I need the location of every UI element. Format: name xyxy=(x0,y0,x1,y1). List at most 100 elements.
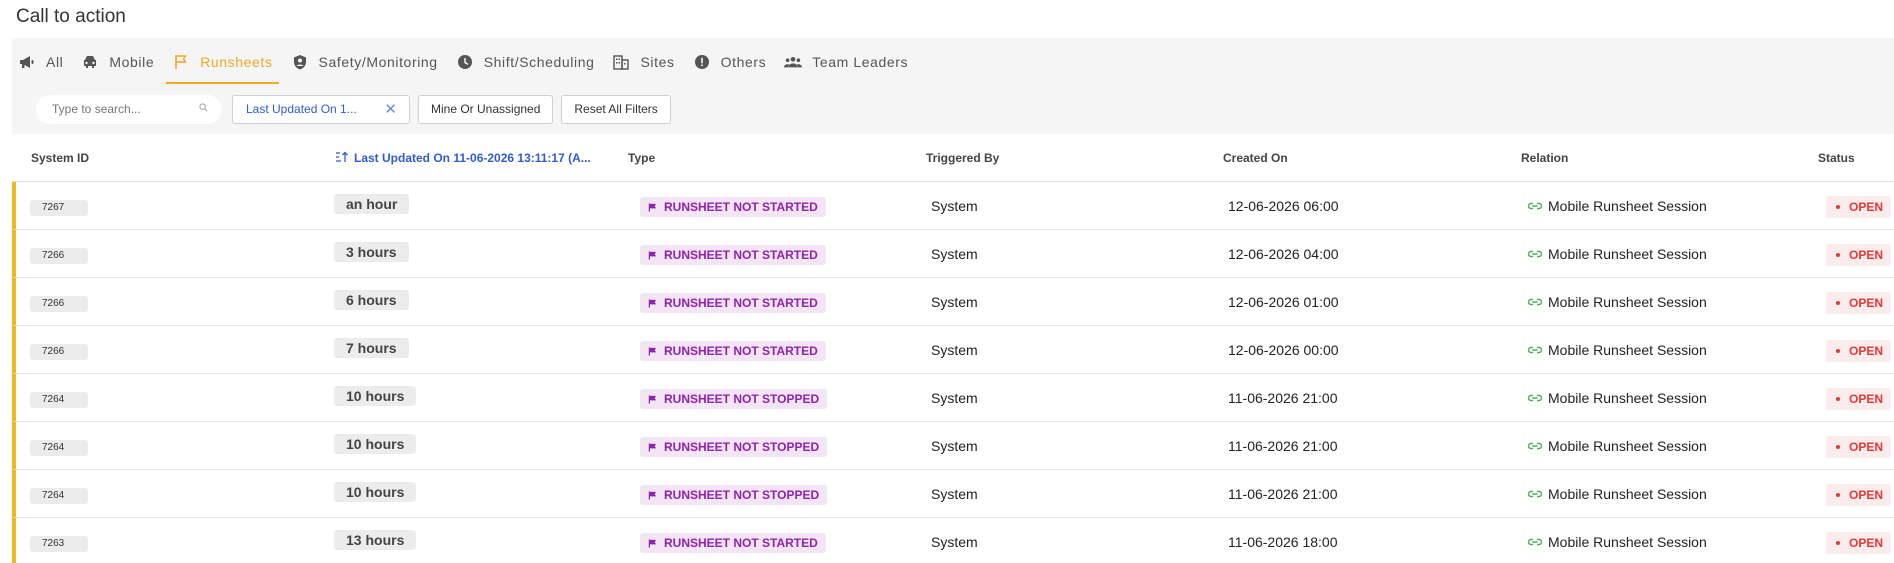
table-row[interactable]: 7266 3 hours RUNSHEET NOT STARTED System 12-… xyxy=(12,230,1894,278)
category-tabs: All Mobile Runsheets Safety/Monitoring S… xyxy=(12,38,920,86)
status-label: OPEN xyxy=(1849,248,1884,262)
tab-label: Safety/Monitoring xyxy=(318,54,438,70)
status-label: OPEN xyxy=(1849,344,1884,358)
relation-cell[interactable]: Mobile Runsheet Session xyxy=(1528,470,1707,518)
relation-cell[interactable]: Mobile Runsheet Session xyxy=(1528,182,1707,230)
table-row[interactable]: 7264 10 hours RUNSHEET NOT STOPPED System 11… xyxy=(12,470,1894,518)
flag-icon xyxy=(648,250,657,260)
mine-or-unassigned-button[interactable]: Mine Or Unassigned xyxy=(418,94,554,124)
status-badge: OPEN xyxy=(1826,292,1892,314)
system-id-cell: 7264 xyxy=(30,422,88,470)
type-cell: RUNSHEET NOT STARTED xyxy=(640,518,826,563)
sort-ascending-icon xyxy=(335,151,348,166)
search-input[interactable] xyxy=(52,102,192,116)
type-badge-label: RUNSHEET NOT STOPPED xyxy=(664,488,820,502)
relation-cell[interactable]: Mobile Runsheet Session xyxy=(1528,326,1707,374)
column-header-triggered-by[interactable]: Triggered By xyxy=(926,134,999,182)
link-icon xyxy=(1528,537,1542,547)
close-icon[interactable]: ✕ xyxy=(384,100,397,118)
status-cell: OPEN xyxy=(1826,326,1892,374)
system-id-cell: 7264 xyxy=(30,470,88,518)
status-badge: OPEN xyxy=(1826,244,1892,266)
tab-sites[interactable]: Sites xyxy=(606,38,680,86)
status-label: OPEN xyxy=(1849,440,1884,454)
type-badge: RUNSHEET NOT STARTED xyxy=(640,293,826,313)
system-id-cell: 7267 xyxy=(30,182,88,230)
relative-time-pill: an hour xyxy=(334,193,410,214)
last-updated-cell: 13 hours xyxy=(334,518,417,563)
column-header-type[interactable]: Type xyxy=(628,134,655,182)
column-header-created-on[interactable]: Created On xyxy=(1223,134,1288,182)
link-icon xyxy=(1528,489,1542,499)
relation-cell[interactable]: Mobile Runsheet Session xyxy=(1528,278,1707,326)
type-badge: RUNSHEET NOT STOPPED xyxy=(640,485,828,505)
system-id-pill: 7264 xyxy=(30,439,88,456)
tab-others[interactable]: Others xyxy=(687,38,773,86)
status-label: OPEN xyxy=(1849,296,1884,310)
tab-safety-monitoring[interactable]: Safety/Monitoring xyxy=(285,38,444,86)
triggered-by-cell: System xyxy=(931,342,978,358)
table-row[interactable]: 7266 6 hours RUNSHEET NOT STARTED System 12-… xyxy=(12,278,1894,326)
created-on-cell: 12-06-2026 01:00 xyxy=(1228,294,1339,310)
system-id-pill: 7263 xyxy=(30,535,88,552)
type-cell: RUNSHEET NOT STARTED xyxy=(640,326,826,374)
table-row[interactable]: 7266 7 hours RUNSHEET NOT STARTED System 12-… xyxy=(12,326,1894,374)
table-row[interactable]: 7264 10 hours RUNSHEET NOT STOPPED System 11… xyxy=(12,422,1894,470)
status-dot-icon xyxy=(1836,493,1840,497)
type-badge: RUNSHEET NOT STOPPED xyxy=(640,437,828,457)
tab-label: Team Leaders xyxy=(812,54,909,70)
status-badge: OPEN xyxy=(1826,484,1892,506)
system-id-pill: 7266 xyxy=(30,247,88,264)
type-badge: RUNSHEET NOT STARTED xyxy=(640,197,826,217)
last-updated-cell: 10 hours xyxy=(334,374,417,422)
relation-cell[interactable]: Mobile Runsheet Session xyxy=(1528,230,1707,278)
table-row[interactable]: 7263 13 hours RUNSHEET NOT STARTED System 11… xyxy=(12,518,1894,563)
car-icon xyxy=(81,53,99,71)
link-icon xyxy=(1528,201,1542,211)
table-row[interactable]: 7267 an hour RUNSHEET NOT STARTED System 12-… xyxy=(12,182,1894,230)
building-icon xyxy=(612,53,630,71)
search-icon xyxy=(199,103,208,115)
last-updated-cell: 6 hours xyxy=(334,278,409,326)
column-header-status[interactable]: Status xyxy=(1818,134,1855,182)
search-box[interactable] xyxy=(36,94,222,124)
relation-cell[interactable]: Mobile Runsheet Session xyxy=(1528,518,1707,563)
tab-team-leaders[interactable]: Team Leaders xyxy=(778,38,914,86)
reset-all-filters-button[interactable]: Reset All Filters xyxy=(561,94,671,124)
last-updated-cell: 10 hours xyxy=(334,422,417,470)
last-updated-cell: 10 hours xyxy=(334,470,417,518)
triggered-by-cell: System xyxy=(931,486,978,502)
tab-shift-scheduling[interactable]: Shift/Scheduling xyxy=(450,38,601,86)
flag-icon xyxy=(648,346,657,356)
system-id-cell: 7264 xyxy=(30,374,88,422)
type-badge-label: RUNSHEET NOT STOPPED xyxy=(664,392,820,406)
created-on-cell: 12-06-2026 00:00 xyxy=(1228,342,1339,358)
relation-cell[interactable]: Mobile Runsheet Session xyxy=(1528,422,1707,470)
last-updated-filter-chip[interactable]: Last Updated On 1... ✕ xyxy=(232,94,410,124)
relation-cell[interactable]: Mobile Runsheet Session xyxy=(1528,374,1707,422)
system-id-cell: 7266 xyxy=(30,278,88,326)
page-title: Call to action xyxy=(16,6,126,27)
tab-runsheets[interactable]: Runsheets xyxy=(166,38,279,86)
status-badge: OPEN xyxy=(1826,532,1892,554)
type-badge-label: RUNSHEET NOT STARTED xyxy=(664,296,818,310)
system-id-pill: 7266 xyxy=(30,343,88,360)
relative-time-pill: 13 hours xyxy=(334,529,417,550)
relative-time-pill: 3 hours xyxy=(334,241,409,262)
group-icon xyxy=(784,53,803,71)
type-cell: RUNSHEET NOT STARTED xyxy=(640,278,826,326)
table-row[interactable]: 7264 10 hours RUNSHEET NOT STOPPED System 11… xyxy=(12,374,1894,422)
type-cell: RUNSHEET NOT STARTED xyxy=(640,230,826,278)
column-header-last-updated[interactable]: Last Updated On 11-06-2026 13:11:17 (A..… xyxy=(335,134,591,182)
filter-bar: Last Updated On 1... ✕ Mine Or Unassigne… xyxy=(36,94,679,124)
column-header-relation[interactable]: Relation xyxy=(1521,134,1568,182)
flag-icon xyxy=(648,394,657,404)
megaphone-icon xyxy=(18,53,36,71)
tab-mobile[interactable]: Mobile xyxy=(75,38,160,86)
tab-all[interactable]: All xyxy=(12,38,69,86)
clock-icon xyxy=(456,53,474,71)
relation-label: Mobile Runsheet Session xyxy=(1548,294,1707,310)
tab-label: Sites xyxy=(640,54,675,70)
column-header-system-id[interactable]: System ID xyxy=(31,134,89,182)
status-label: OPEN xyxy=(1849,488,1884,502)
